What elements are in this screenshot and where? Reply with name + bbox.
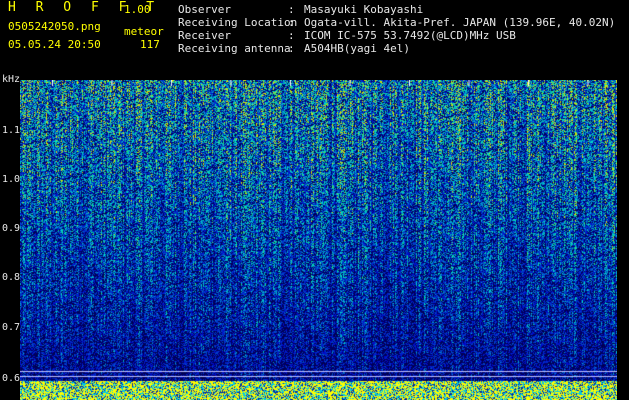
y-tick-label: 0.8 (1, 272, 20, 283)
info-observer-value: Masayuki Kobayashi (304, 3, 424, 16)
y-tick-label: 1.0 (1, 174, 20, 185)
info-antenna-value: A504HB(yagi 4el) (304, 42, 410, 55)
file-name: 0505242050.png (8, 20, 101, 33)
meteor-count: 117 (140, 38, 160, 51)
info-receiver-value: ICOM IC-575 53.7492(@LCD)MHz USB (304, 29, 516, 42)
datetime: 05.05.24 20:50 (8, 38, 101, 51)
y-tick-label: 0.7 (1, 322, 20, 333)
info-key: Receiver (178, 29, 231, 42)
info-key: Receiving antenna (178, 42, 291, 55)
info-observer-row: Observer (178, 3, 231, 17)
spectrogram[interactable] (20, 80, 617, 400)
app-version: 1.00 (124, 3, 151, 16)
spectrogram-canvas[interactable] (20, 80, 617, 400)
y-tick-label: 0.9 (1, 223, 20, 234)
info-location-row: Receiving Location (178, 16, 297, 30)
y-tick-label: 0.6 (1, 373, 20, 384)
info-colon: : (288, 3, 295, 16)
info-colon: : (288, 16, 295, 29)
meteor-label: meteor (124, 25, 164, 38)
info-antenna-row: Receiving antenna (178, 42, 291, 56)
axis-unit-label: kHz (2, 74, 21, 85)
info-key: Receiving Location (178, 16, 298, 29)
info-colon: : (288, 29, 295, 42)
info-receiver-row: Receiver (178, 29, 231, 43)
info-key: Observer (178, 3, 231, 16)
info-colon: : (288, 42, 295, 55)
y-tick-label: 1.1 (1, 125, 20, 136)
info-location-value: Ogata-vill. Akita-Pref. JAPAN (139.96E, … (304, 16, 616, 29)
